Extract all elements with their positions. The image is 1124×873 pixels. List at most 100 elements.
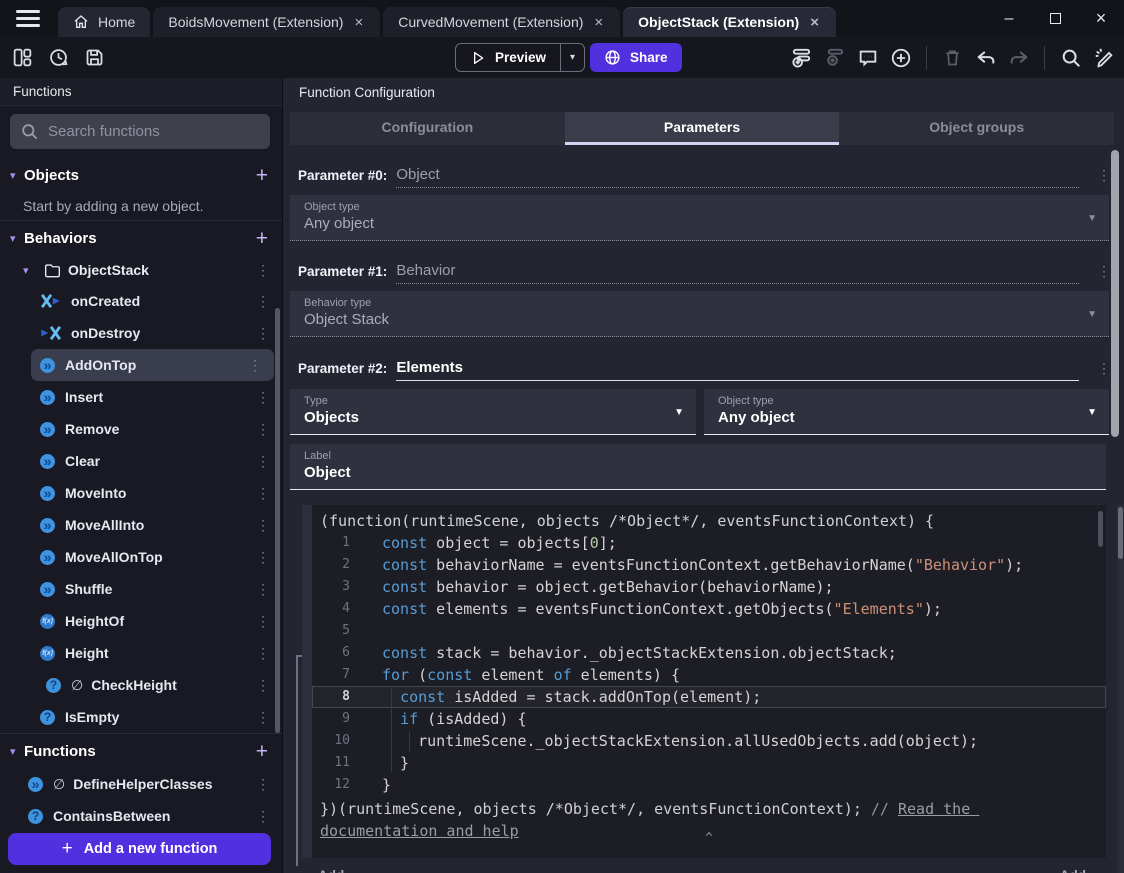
parameter-name-input[interactable]: Behavior bbox=[396, 262, 1079, 284]
hamburger-menu-icon[interactable] bbox=[16, 10, 40, 27]
tab-home[interactable]: Home bbox=[58, 7, 151, 37]
kebab-menu-icon[interactable]: ⋮ bbox=[1097, 263, 1111, 284]
kebab-menu-icon[interactable]: ⋮ bbox=[256, 485, 270, 502]
chevron-down-icon[interactable]: ▾ bbox=[23, 264, 37, 277]
chevron-down-icon[interactable]: ▾ bbox=[10, 232, 24, 245]
kebab-menu-icon[interactable]: ⋮ bbox=[256, 517, 270, 534]
clipped-add-left[interactable]: Add bbox=[318, 868, 344, 873]
section-functions[interactable]: ▾ Functions + bbox=[0, 734, 282, 768]
sidebar-scrollbar[interactable] bbox=[275, 308, 280, 733]
kebab-menu-icon[interactable]: ⋮ bbox=[256, 581, 270, 598]
code-line-9[interactable]: 9 if (isAdded) { bbox=[312, 708, 1106, 730]
panels-layout-icon[interactable] bbox=[10, 45, 35, 70]
code-line-4[interactable]: 4 const elements = eventsFunctionContext.… bbox=[312, 598, 1106, 620]
add-function-plus-button[interactable]: + bbox=[256, 741, 268, 762]
behavior-type-select[interactable]: Behavior type Object Stack ▼ bbox=[290, 291, 1109, 337]
kebab-menu-icon[interactable]: ⋮ bbox=[256, 677, 270, 694]
chevron-down-icon[interactable]: ▾ bbox=[10, 169, 24, 182]
behavior-folder-objectstack[interactable]: ▾ ObjectStack ⋮ bbox=[0, 255, 282, 285]
expand-caret-icon[interactable]: ^ bbox=[705, 831, 713, 846]
kebab-menu-icon[interactable]: ⋮ bbox=[256, 709, 270, 726]
chevron-down-icon[interactable]: ▾ bbox=[10, 745, 24, 758]
close-icon[interactable]: × bbox=[808, 15, 821, 30]
close-window-button[interactable]: × bbox=[1078, 0, 1124, 37]
code-line-7[interactable]: 7 for (const element of elements) { bbox=[312, 664, 1106, 686]
tab-object-groups[interactable]: Object groups bbox=[839, 112, 1114, 145]
function-item-remove[interactable]: » Remove ⋮ bbox=[0, 413, 282, 445]
code-line-8[interactable]: 8 const isAdded = stack.addOnTop(element… bbox=[312, 686, 1106, 708]
events-scrollbar-thumb[interactable] bbox=[1118, 507, 1123, 559]
maximize-button[interactable] bbox=[1032, 0, 1078, 37]
add-comment-icon[interactable] bbox=[855, 45, 880, 70]
code-editor-scrollbar[interactable] bbox=[1098, 511, 1103, 547]
function-item-moveallinto[interactable]: » MoveAllInto ⋮ bbox=[0, 509, 282, 541]
save-icon[interactable] bbox=[82, 45, 107, 70]
kebab-menu-icon[interactable]: ⋮ bbox=[256, 293, 270, 310]
code-event-ribbon[interactable] bbox=[302, 505, 312, 858]
kebab-menu-icon[interactable]: ⋮ bbox=[248, 357, 262, 374]
clipped-add-right[interactable]: Add bbox=[1060, 868, 1086, 873]
tab-objectstack[interactable]: ObjectStack (Extension) × bbox=[623, 7, 836, 37]
kebab-menu-icon[interactable]: ⋮ bbox=[1097, 360, 1111, 381]
parameter-name-input[interactable]: Elements bbox=[396, 359, 1079, 381]
close-icon[interactable]: × bbox=[352, 15, 365, 30]
object-type-select[interactable]: Object type Any object ▼ bbox=[290, 195, 1109, 241]
function-item-shuffle[interactable]: » Shuffle ⋮ bbox=[0, 573, 282, 605]
kebab-menu-icon[interactable]: ⋮ bbox=[256, 776, 270, 793]
function-item-definehelperclasses[interactable]: » ∅ DefineHelperClasses ⋮ bbox=[0, 768, 282, 800]
kebab-menu-icon[interactable]: ⋮ bbox=[256, 453, 270, 470]
kebab-menu-icon[interactable]: ⋮ bbox=[256, 645, 270, 662]
function-item-oncreated[interactable]: onCreated ⋮ bbox=[0, 285, 282, 317]
param-object-type-select[interactable]: Object type Any object ▼ bbox=[704, 389, 1109, 435]
add-object-button[interactable]: + bbox=[256, 165, 268, 186]
function-item-insert[interactable]: » Insert ⋮ bbox=[0, 381, 282, 413]
section-objects[interactable]: ▾ Objects + bbox=[0, 158, 282, 192]
kebab-menu-icon[interactable]: ⋮ bbox=[256, 389, 270, 406]
close-icon[interactable]: × bbox=[592, 15, 605, 30]
kebab-menu-icon[interactable]: ⋮ bbox=[256, 613, 270, 630]
preview-button[interactable]: Preview ▾ bbox=[455, 43, 586, 72]
function-item-isempty[interactable]: ? IsEmpty ⋮ bbox=[0, 701, 282, 733]
kebab-menu-icon[interactable]: ⋮ bbox=[256, 549, 270, 566]
undo-icon[interactable] bbox=[973, 45, 998, 70]
function-item-containsbetween[interactable]: ? ContainsBetween ⋮ bbox=[0, 800, 282, 832]
tab-curvedmovement[interactable]: CurvedMovement (Extension) × bbox=[383, 7, 621, 37]
add-behavior-button[interactable]: + bbox=[256, 228, 268, 249]
kebab-menu-icon[interactable]: ⋮ bbox=[256, 421, 270, 438]
search-input[interactable] bbox=[10, 114, 270, 149]
section-behaviors[interactable]: ▾ Behaviors + bbox=[0, 221, 282, 255]
function-item-clear[interactable]: » Clear ⋮ bbox=[0, 445, 282, 477]
magic-edit-icon[interactable] bbox=[1091, 45, 1116, 70]
param-type-select[interactable]: Type Objects ▼ bbox=[290, 389, 696, 435]
tab-parameters[interactable]: Parameters bbox=[564, 112, 840, 145]
code-line-3[interactable]: 3 const behavior = object.getBehavior(beh… bbox=[312, 576, 1106, 598]
parameter-name-input[interactable]: Object bbox=[396, 166, 1079, 188]
search-icon[interactable] bbox=[1058, 45, 1083, 70]
code-line-12[interactable]: 12} bbox=[312, 774, 1106, 796]
add-new-function-button[interactable]: + Add a new function bbox=[8, 833, 271, 865]
function-item-addontop[interactable]: » AddOnTop ⋮ bbox=[31, 349, 274, 381]
code-line-10[interactable]: 10 runtimeScene._objectStackExtension.al… bbox=[312, 730, 1106, 752]
events-scrollbar-track[interactable] bbox=[1117, 505, 1124, 873]
function-item-ondestroy[interactable]: onDestroy ⋮ bbox=[0, 317, 282, 349]
js-code-editor[interactable]: (function(runtimeScene, objects /*Object… bbox=[312, 505, 1106, 858]
code-line-6[interactable]: 6 const stack = behavior._objectStackExte… bbox=[312, 642, 1106, 664]
minimize-button[interactable]: – bbox=[986, 0, 1032, 37]
history-icon[interactable] bbox=[46, 45, 71, 70]
add-event-icon[interactable] bbox=[789, 45, 814, 70]
redo-icon[interactable] bbox=[1006, 45, 1031, 70]
code-line-11[interactable]: 11 } bbox=[312, 752, 1106, 774]
add-circle-icon[interactable] bbox=[888, 45, 913, 70]
add-subevent-icon[interactable] bbox=[822, 45, 847, 70]
kebab-menu-icon[interactable]: ⋮ bbox=[256, 808, 270, 825]
code-line-5[interactable]: 5 bbox=[312, 620, 1106, 642]
parameters-scrollbar[interactable] bbox=[1111, 150, 1119, 437]
code-line-1[interactable]: 1 const object = objects[0]; bbox=[312, 532, 1106, 554]
param-label-input[interactable]: Label Object bbox=[290, 444, 1106, 490]
function-item-checkheight[interactable]: ? ∅ CheckHeight ⋮ bbox=[0, 669, 282, 701]
function-item-heightof[interactable]: f(x) HeightOf ⋮ bbox=[0, 605, 282, 637]
tab-boidsmovement[interactable]: BoidsMovement (Extension) × bbox=[153, 7, 381, 37]
delete-icon[interactable] bbox=[940, 45, 965, 70]
code-line-2[interactable]: 2 const behaviorName = eventsFunctionCont… bbox=[312, 554, 1106, 576]
function-item-moveallontop[interactable]: » MoveAllOnTop ⋮ bbox=[0, 541, 282, 573]
